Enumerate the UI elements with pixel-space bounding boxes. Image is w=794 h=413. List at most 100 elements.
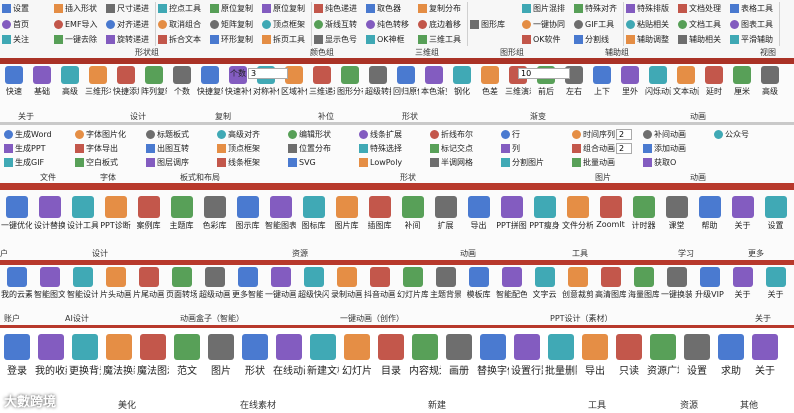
ribbon-button[interactable]: 智能图表 xyxy=(264,196,297,244)
ribbon-button[interactable]: 高级 xyxy=(56,66,84,110)
panel-item[interactable]: 标题板式 xyxy=(146,128,215,141)
ribbon-button[interactable]: 设置 xyxy=(759,196,792,244)
ribbon-button[interactable]: 海量图库 xyxy=(627,267,660,311)
panel-item[interactable]: 分割图片 xyxy=(501,156,570,169)
ribbon-button[interactable]: 批量删除 xyxy=(544,334,578,394)
ribbon-button[interactable]: 一键动画 xyxy=(264,267,297,311)
menu-item[interactable]: 特殊排版 xyxy=(626,2,674,15)
ribbon-button[interactable]: 帮助 xyxy=(693,196,726,244)
ribbon-button[interactable]: 文本动画 xyxy=(672,66,700,110)
menu-item[interactable]: 图表工具 xyxy=(730,18,777,31)
ribbon-button[interactable]: 更多智能动画 xyxy=(231,267,264,311)
ribbon-button[interactable]: 案例库 xyxy=(132,196,165,244)
menu-item[interactable]: 控点工具 xyxy=(158,2,206,15)
ribbon-button[interactable]: 快速 xyxy=(0,66,28,110)
ribbon-button[interactable]: 智能图文 xyxy=(33,267,66,311)
ribbon-button[interactable]: 资源广场 xyxy=(646,334,680,394)
menu-item[interactable]: 辅助调整 xyxy=(626,33,674,46)
menu-item[interactable]: 辅助相关 xyxy=(678,33,726,46)
panel-item[interactable]: 列 xyxy=(501,142,570,155)
menu-item[interactable]: 拆合文本 xyxy=(158,33,206,46)
menu-item[interactable]: 对齐递进 xyxy=(106,18,153,31)
ribbon-button[interactable]: 闪烁动画 xyxy=(644,66,672,110)
ribbon-button[interactable]: 图标库 xyxy=(297,196,330,244)
ribbon-button[interactable]: 画册 xyxy=(442,334,476,394)
ribbon-button[interactable]: 更换背景 xyxy=(68,334,102,394)
ribbon-button[interactable]: 超级转换 xyxy=(364,66,392,110)
panel-item[interactable]: 公众号 xyxy=(714,128,783,141)
ribbon-button[interactable]: 文件分析 xyxy=(561,196,594,244)
panel-item[interactable]: SVG xyxy=(288,156,357,169)
ribbon-button[interactable]: 三维形状 xyxy=(84,66,112,110)
row-count-input[interactable]: 2 xyxy=(616,129,632,140)
panel-item[interactable]: 生成Word xyxy=(4,128,73,141)
ribbon-button[interactable]: 幻灯片库 xyxy=(396,267,429,311)
menu-item[interactable]: 三维工具 xyxy=(418,33,465,46)
ribbon-button[interactable]: 片尾动画 xyxy=(132,267,165,311)
ribbon-button[interactable]: 魔法换装 xyxy=(102,334,136,394)
panel-item[interactable]: 图层调序 xyxy=(146,156,215,169)
menu-item[interactable]: 设置 xyxy=(2,2,50,15)
panel-item[interactable]: 获取O xyxy=(643,156,712,169)
panel-item[interactable]: LowPoly xyxy=(359,156,428,169)
panel-item[interactable]: 字体导出 xyxy=(75,142,144,155)
ribbon-button[interactable]: 魔法图示 xyxy=(136,334,170,394)
ribbon-button[interactable]: 设置行距 xyxy=(510,334,544,394)
ribbon-button[interactable]: 高级 xyxy=(756,66,784,110)
menu-item[interactable]: 显示色号 xyxy=(314,33,362,46)
menu-item[interactable]: 底边着移 xyxy=(418,18,465,31)
ribbon-button[interactable]: 抖音动画 xyxy=(363,267,396,311)
panel-item[interactable]: 行 xyxy=(501,128,570,141)
ribbon-button[interactable]: 快捷添加 xyxy=(112,66,140,110)
panel-item[interactable]: 线条框架 xyxy=(217,156,286,169)
panel-item[interactable]: 折线布尔 xyxy=(430,128,499,141)
ribbon-button[interactable]: 关于 xyxy=(726,267,759,311)
ribbon-button[interactable]: 本色渐变 xyxy=(420,66,448,110)
count-input[interactable]: 3 xyxy=(248,68,288,79)
ribbon-button[interactable]: 在线动画 xyxy=(272,334,306,394)
ribbon-button[interactable]: 智能配色 xyxy=(495,267,528,311)
menu-item[interactable]: 分割线 xyxy=(574,33,621,46)
ribbon-button[interactable]: 录制动画 xyxy=(330,267,363,311)
ribbon-button[interactable]: 求助 xyxy=(714,334,748,394)
ribbon-button[interactable]: 片头动画 xyxy=(99,267,132,311)
menu-item[interactable]: 平滑辅助 xyxy=(730,33,777,46)
menu-item[interactable]: 顶点框架 xyxy=(262,18,309,31)
ribbon-button[interactable]: ZoomIt xyxy=(594,196,627,244)
panel-item[interactable]: 位置分布 xyxy=(288,142,357,155)
menu-item[interactable]: 图形库 xyxy=(470,18,518,31)
ribbon-button[interactable]: 我的云素材 xyxy=(0,267,33,311)
ribbon-button[interactable]: 主题背景 xyxy=(429,267,462,311)
ribbon-button[interactable]: 只读 xyxy=(612,334,646,394)
ribbon-button[interactable]: 智能设计 xyxy=(66,267,99,311)
ribbon-button[interactable]: 导出 xyxy=(578,334,612,394)
panel-item[interactable]: 出图互转 xyxy=(146,142,215,155)
ribbon-button[interactable]: 设置 xyxy=(680,334,714,394)
ribbon-button[interactable]: PPT诊断 xyxy=(99,196,132,244)
menu-item[interactable]: GIF工具 xyxy=(574,18,621,31)
ribbon-button[interactable]: 图形分布 xyxy=(336,66,364,110)
menu-item[interactable]: 关注 xyxy=(2,33,50,46)
ribbon-button[interactable]: 主题库 xyxy=(165,196,198,244)
ribbon-button[interactable]: 课堂 xyxy=(660,196,693,244)
menu-item[interactable]: 矩阵复制 xyxy=(210,18,258,31)
panel-item[interactable]: 半调网格 xyxy=(430,156,499,169)
menu-item[interactable]: 纯色转移 xyxy=(366,18,414,31)
ribbon-button[interactable]: 升级VIP xyxy=(693,267,726,311)
panel-item[interactable]: 空白板式 xyxy=(75,156,144,169)
ribbon-button[interactable]: 一键换装 xyxy=(660,267,693,311)
ribbon-button[interactable]: 图片库 xyxy=(330,196,363,244)
menu-item[interactable]: 图片混排 xyxy=(522,2,570,15)
ribbon-button[interactable]: 设计工具 xyxy=(66,196,99,244)
ribbon-button[interactable]: 里外 xyxy=(616,66,644,110)
menu-item[interactable]: 尺寸递进 xyxy=(106,2,153,15)
menu-item[interactable]: 表格工具 xyxy=(730,2,777,15)
ribbon-button[interactable]: 回归原位 xyxy=(392,66,420,110)
ribbon-button[interactable]: 范文 xyxy=(170,334,204,394)
ribbon-button[interactable]: 图示库 xyxy=(231,196,264,244)
ribbon-button[interactable]: 超级快闪 xyxy=(297,267,330,311)
ribbon-button[interactable]: 扩展 xyxy=(429,196,462,244)
ribbon-button[interactable]: 幻灯片 xyxy=(340,334,374,394)
menu-item[interactable]: 旋转递进 xyxy=(106,33,153,46)
ribbon-button[interactable]: 我的收藏 xyxy=(34,334,68,394)
